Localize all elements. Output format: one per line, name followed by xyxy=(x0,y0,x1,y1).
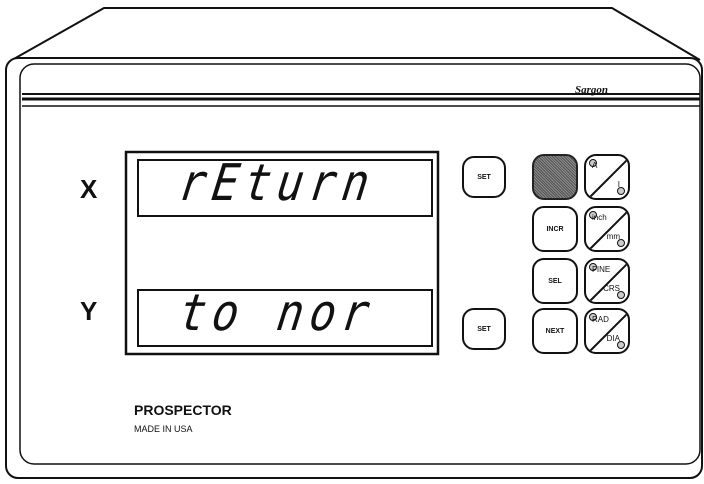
mode-label-top: RAD xyxy=(592,315,609,324)
dark-function-key[interactable] xyxy=(532,154,578,200)
model-name: PROSPECTOR xyxy=(134,402,232,418)
y-axis-readout: to nor xyxy=(175,284,380,343)
rad-dia-toggle-button[interactable]: RAD DIA xyxy=(584,308,630,354)
incr-button[interactable]: INCR xyxy=(532,206,578,252)
led-indicator xyxy=(617,341,625,349)
abs-incr-toggle-button[interactable]: A I xyxy=(584,154,630,200)
sel-button[interactable]: SEL xyxy=(532,258,578,304)
set-button-y[interactable]: SET xyxy=(462,308,506,350)
x-axis-readout: rEturn xyxy=(175,154,380,213)
mode-label-top: inch xyxy=(592,213,607,222)
housing-top-bevel xyxy=(11,7,701,61)
fine-crs-toggle-button[interactable]: FINE CRS xyxy=(584,258,630,304)
inch-mm-toggle-button[interactable]: inch mm xyxy=(584,206,630,252)
set-button-x[interactable]: SET xyxy=(462,156,506,198)
axis-label-y: Y xyxy=(80,296,98,326)
mode-label-top: FINE xyxy=(592,265,611,274)
led-indicator xyxy=(617,291,625,299)
origin-label: MADE IN USA xyxy=(134,424,193,434)
mode-label-top: A xyxy=(592,161,598,170)
brand-logo: Sargon xyxy=(575,84,609,96)
led-indicator xyxy=(617,239,625,247)
next-button[interactable]: NEXT xyxy=(532,308,578,354)
led-indicator xyxy=(617,187,625,195)
axis-label-x: X xyxy=(80,174,98,204)
